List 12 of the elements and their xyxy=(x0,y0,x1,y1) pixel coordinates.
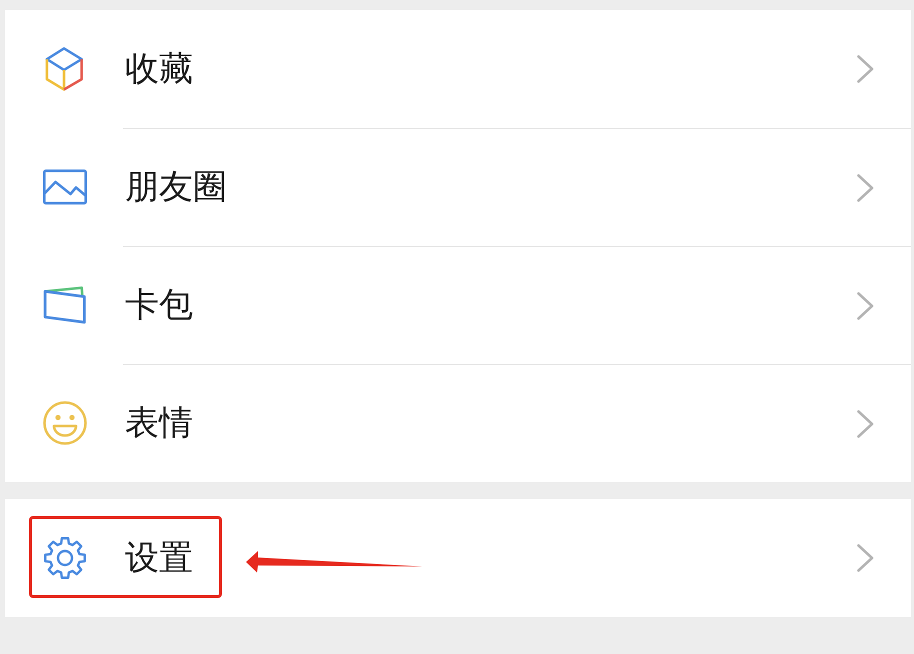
menu-label[interactable]: 设置 xyxy=(125,538,193,578)
smiley-icon xyxy=(43,401,87,445)
menu-label[interactable]: 收藏 xyxy=(125,48,193,90)
menu-label[interactable]: 朋友圈 xyxy=(125,167,227,208)
menu-label[interactable]: 卡包 xyxy=(125,285,193,326)
chevron-right-icon xyxy=(857,292,874,320)
settings-icon xyxy=(43,536,87,580)
chevron-right-icon xyxy=(857,55,874,83)
chevron-right-icon xyxy=(857,174,874,202)
chevron-right-icon xyxy=(857,544,874,572)
chevron-right-icon xyxy=(857,410,874,438)
menu-label[interactable]: 表情 xyxy=(125,403,193,444)
